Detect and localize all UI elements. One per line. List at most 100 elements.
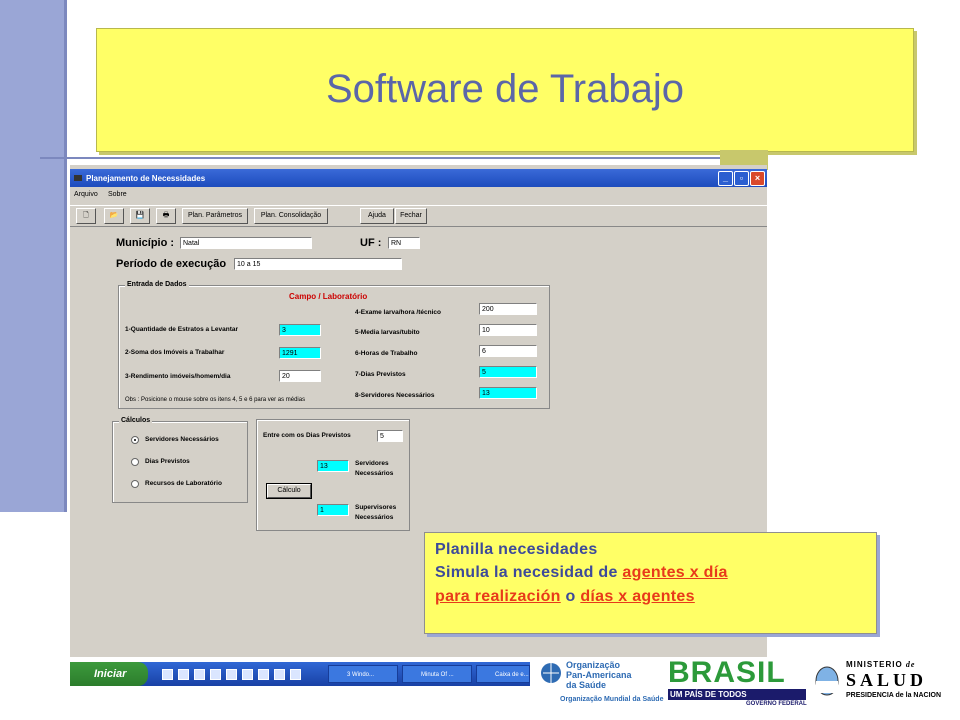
f7-label: 7-Dias Previstos <box>355 371 406 378</box>
plan-parametros-button[interactable]: Plan. Parâmetros <box>182 208 248 224</box>
plan-consolidacao-button[interactable]: Plan. Consolidação <box>254 208 328 224</box>
supervisores-result-label2: Necessários <box>355 514 394 521</box>
radio-servidores[interactable] <box>131 436 139 444</box>
radio-recursos[interactable] <box>131 480 139 488</box>
window-title: Planejamento de Necessidades <box>86 174 206 183</box>
uf-field[interactable]: RN <box>388 237 420 249</box>
quicklaunch-icon[interactable] <box>210 669 221 680</box>
obs-note: Obs : Posicione o mouse sobre os itens 4… <box>125 397 306 403</box>
servidores-result: 13 <box>317 460 349 472</box>
callout-link-dias[interactable]: días x agentes <box>580 588 694 605</box>
supervisores-result: 1 <box>317 504 349 516</box>
quicklaunch-icon[interactable] <box>162 669 173 680</box>
governo-federal: GOVERNO FEDERAL <box>746 701 807 707</box>
brasil-word: BRASIL <box>668 656 786 689</box>
opt-servidores-label: Servidores Necessários <box>145 436 219 443</box>
quicklaunch-icon[interactable] <box>226 669 237 680</box>
municipio-field[interactable]: Natal <box>180 237 312 249</box>
callout-box: Planilla necesidades Simula la necesidad… <box>424 532 877 634</box>
opt-recursos-label: Recursos de Laboratório <box>145 480 222 487</box>
quicklaunch-icon[interactable] <box>290 669 301 680</box>
periodo-label: Período de execução <box>116 258 227 270</box>
radio-dias[interactable] <box>131 458 139 466</box>
menubar: Arquivo Sobre <box>70 189 767 201</box>
quicklaunch-icon[interactable] <box>194 669 205 680</box>
quicklaunch-icon[interactable] <box>274 669 285 680</box>
ops-logo: Organização Pan-Americana da Saúde Organ… <box>540 660 666 710</box>
fechar-button[interactable]: Fechar <box>395 208 427 224</box>
callout-link-realizacion[interactable]: para realización <box>435 588 561 605</box>
dias-previstos-field[interactable]: 5 <box>377 430 403 442</box>
brasil-sub: UM PAÍS DE TODOS <box>670 690 747 699</box>
calculo-button[interactable]: Cálculo <box>266 483 312 499</box>
f7-field[interactable]: 5 <box>479 366 537 378</box>
municipio-label: Município : <box>116 237 175 249</box>
slide-rule <box>40 157 720 159</box>
ministerio-logo: MINISTERIO de SALUD PRESIDENCIA de la NA… <box>814 660 954 710</box>
task-windows[interactable]: 3 Windo... <box>328 665 398 683</box>
callout-line1: Planilla necesidades <box>435 541 598 558</box>
coat-of-arms-icon <box>815 666 839 696</box>
campo-laboratorio-header: Campo / Laboratório <box>289 292 368 301</box>
calculos-title: Cálculos <box>119 417 153 424</box>
slide-title: Software de Trabajo <box>326 67 684 111</box>
ops-line3: da Saúde <box>566 680 607 690</box>
f6-field[interactable]: 6 <box>479 345 537 357</box>
f5-field[interactable]: 10 <box>479 324 537 336</box>
f5-label: 5-Media larvas/tubito <box>355 329 420 336</box>
opt-dias-label: Dias Previstos <box>145 458 190 465</box>
minimize-button[interactable]: _ <box>718 171 733 186</box>
ministerio-word: MINISTERIO <box>846 660 903 669</box>
dias-previstos-label: Entre com os Dias Previstos <box>263 432 351 439</box>
servidores-result-label2: Necessários <box>355 470 394 477</box>
quicklaunch-icon[interactable] <box>258 669 269 680</box>
calculo-result-group: Entre com os Dias Previstos 5 13 Servido… <box>256 419 410 531</box>
f8-field[interactable]: 13 <box>479 387 537 399</box>
f2-field[interactable]: 1291 <box>279 347 321 359</box>
close-button[interactable]: × <box>750 171 765 186</box>
quicklaunch-icon[interactable] <box>242 669 253 680</box>
callout-line2-prefix: Simula la necesidad de <box>435 564 623 581</box>
brasil-logo: BRASIL UM PAÍS DE TODOS GOVERNO FEDERAL <box>668 656 807 710</box>
ministerio-de: de <box>905 660 916 669</box>
print-icon[interactable]: 🖶 <box>156 208 176 224</box>
presidencia-text: PRESIDENCIA de la NACION <box>846 692 942 699</box>
servidores-result-label1: Servidores <box>355 460 389 467</box>
ajuda-button[interactable]: Ajuda <box>360 208 394 224</box>
supervisores-result-label1: Supervisores <box>355 504 397 511</box>
uf-label: UF : <box>360 237 382 249</box>
new-file-icon[interactable]: 🗋 <box>76 208 96 224</box>
start-button[interactable]: Iniciar <box>70 662 148 686</box>
menu-sobre[interactable]: Sobre <box>108 191 127 198</box>
menu-arquivo[interactable]: Arquivo <box>74 191 98 198</box>
callout-line3: para realización o días x agentes <box>435 588 695 606</box>
periodo-field[interactable]: 10 a 15 <box>234 258 402 270</box>
callout-link-agentes[interactable]: agentes x día <box>622 564 727 581</box>
task-minuta[interactable]: Minuta Of ... <box>402 665 472 683</box>
open-folder-icon[interactable]: 📂 <box>104 208 124 224</box>
f4-field[interactable]: 200 <box>479 303 537 315</box>
calculos-group: Cálculos Servidores Necessários Dias Pre… <box>112 417 248 503</box>
callout-line3-mid: o <box>560 588 581 605</box>
window-titlebar[interactable]: Planejamento de Necessidades _ ▫ × <box>70 169 767 187</box>
salud-word: SALUD <box>846 670 928 690</box>
oms-text: Organização Mundial da Saúde <box>560 696 664 703</box>
toolbar: 🗋 📂 💾 🖶 Plan. Parâmetros Plan. Consolida… <box>70 205 767 227</box>
quicklaunch-icon[interactable] <box>178 669 189 680</box>
ops-line1: Organização <box>566 660 621 670</box>
f1-field[interactable]: 3 <box>279 324 321 336</box>
app-icon <box>74 175 82 181</box>
taskbar: Iniciar 3 Windo... Minuta Of ... Caixa d… <box>70 662 530 686</box>
globe-icon <box>541 663 561 683</box>
f4-label: 4-Exame larva/hora /técnico <box>355 309 441 316</box>
title-box: Software de Trabajo <box>96 28 914 152</box>
f6-label: 6-Horas de Trabalho <box>355 350 418 357</box>
maximize-button[interactable]: ▫ <box>734 171 749 186</box>
save-icon[interactable]: 💾 <box>130 208 150 224</box>
f3-field[interactable]: 20 <box>279 370 321 382</box>
slide-left-bar <box>0 0 67 512</box>
f3-label: 3-Rendimento imóveis/homem/dia <box>125 373 231 380</box>
f1-label: 1-Quantidade de Estratos a Levantar <box>125 326 239 333</box>
entrada-dados-group: Entrada de Dados Campo / Laboratório 1-Q… <box>118 281 550 409</box>
task-caixa[interactable]: Caixa de e... <box>476 665 530 683</box>
